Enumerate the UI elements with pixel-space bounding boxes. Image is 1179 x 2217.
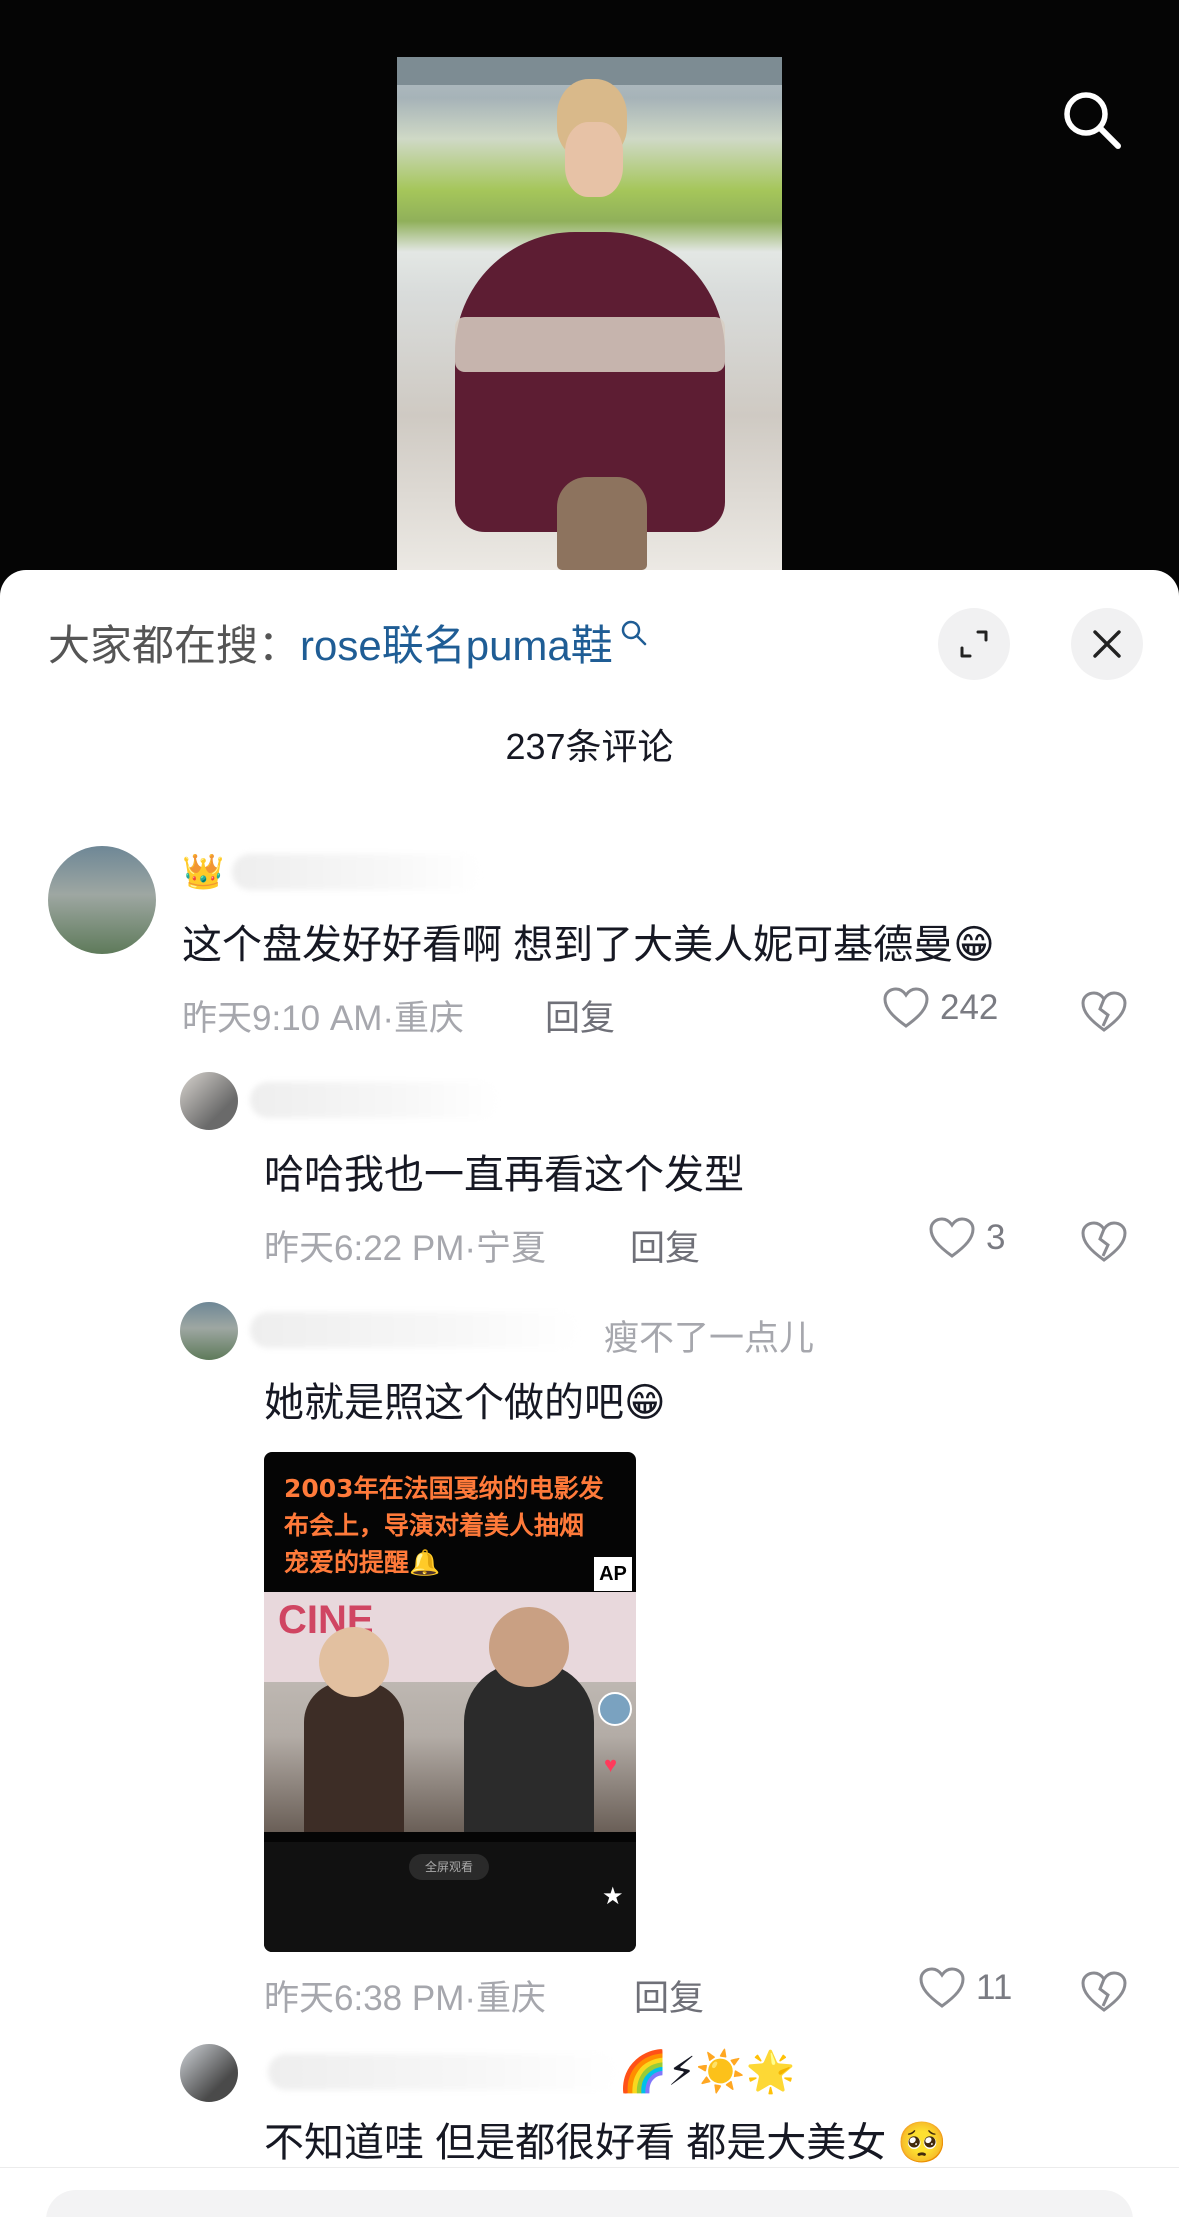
trending-query-link[interactable]: rose联名puma鞋 — [300, 612, 613, 673]
comment-meta: 昨天6:38 PM·重庆 — [264, 1979, 546, 2018]
username-blurred[interactable] — [250, 1082, 500, 1118]
comment-text: 哈哈我也一直再看这个发型 — [264, 1153, 744, 1197]
attached-video-caption: 2003年在法国戛纳的电影发布会上，导演对着美人抽烟宠爱的提醒🔔 — [284, 1474, 604, 1577]
fullscreen-pill[interactable]: 全屏观看 — [409, 1854, 489, 1880]
reply-button[interactable]: 回复 — [630, 1220, 700, 1271]
video-author-avatar — [598, 1692, 632, 1726]
comment-meta: 昨天9:10 AM·重庆 — [182, 999, 464, 1038]
dislike-icon[interactable] — [1080, 990, 1128, 1034]
attached-video-scene: CINE — [264, 1592, 636, 1832]
close-icon — [1093, 630, 1121, 658]
like-count: 11 — [976, 1968, 1013, 2007]
close-button[interactable] — [1071, 608, 1143, 680]
video-person-face — [565, 122, 623, 197]
crown-badge: 👑 — [182, 853, 225, 891]
magnifier-icon — [621, 620, 647, 646]
avatar[interactable] — [180, 1302, 238, 1360]
ap-logo: AP — [594, 1557, 632, 1591]
reply-button[interactable]: 回复 — [545, 990, 615, 1041]
like-count: 3 — [986, 1218, 1006, 1257]
username-emoji-badges: 🌈⚡☀️🌟 — [618, 2050, 796, 2094]
scene-man — [464, 1662, 594, 1832]
reply-to-username[interactable]: 瘦不了一点儿 — [604, 1310, 814, 1361]
like-count: 242 — [940, 988, 999, 1027]
dislike-icon[interactable] — [1080, 1970, 1128, 2014]
attached-video[interactable]: 2003年在法国戛纳的电影发布会上，导演对着美人抽烟宠爱的提醒🔔 AP CINE… — [264, 1452, 636, 1952]
expand-button[interactable] — [938, 608, 1010, 680]
username-blurred[interactable] — [250, 1312, 580, 1348]
video-person-stripe — [455, 317, 725, 372]
comment-sheet: 大家都在搜： rose联名puma鞋 237条评论 👑 这个盘发好好看啊 想到了… — [0, 570, 1179, 2217]
heart-icon — [929, 1217, 975, 1258]
trending-prefix: 大家都在搜： — [48, 621, 301, 669]
scene-woman-head — [319, 1627, 389, 1697]
comment-count: 237条评论 — [505, 726, 674, 767]
video-player[interactable] — [0, 0, 1179, 590]
star-icon: ★ — [602, 1883, 624, 1910]
username-blurred[interactable] — [268, 2054, 618, 2090]
comment-text: 这个盘发好好看啊 想到了大美人妮可基德曼😁 — [182, 923, 995, 967]
bottom-divider — [0, 2167, 1179, 2168]
trending-search[interactable]: 大家都在搜： rose联名puma鞋 — [48, 612, 649, 672]
avatar[interactable] — [180, 2044, 238, 2102]
avatar[interactable] — [48, 846, 156, 954]
search-icon[interactable] — [1060, 88, 1124, 152]
like-button[interactable]: 242 — [882, 986, 998, 1030]
heart-icon: ♥ — [604, 1752, 618, 1777]
expand-icon — [960, 630, 988, 658]
comment-text: 不知道哇 但是都很好看 都是大美女 🥺 — [264, 2121, 948, 2165]
username-blurred[interactable] — [232, 854, 482, 890]
dislike-icon[interactable] — [1080, 1220, 1128, 1264]
video-frame[interactable] — [397, 57, 782, 570]
scene-man-head — [489, 1607, 569, 1687]
like-button[interactable]: 11 — [918, 1966, 1012, 2010]
reply-button[interactable]: 回复 — [634, 1970, 704, 2021]
scene-woman — [304, 1682, 404, 1832]
comment-text: 她就是照这个做的吧😁 — [264, 1381, 666, 1425]
comment-meta: 昨天6:22 PM·宁夏 — [264, 1229, 546, 1268]
video-shoe — [557, 477, 647, 570]
avatar[interactable] — [180, 1072, 238, 1130]
comment-input[interactable] — [46, 2190, 1133, 2217]
like-button[interactable]: 3 — [928, 1216, 1005, 1260]
heart-icon — [883, 987, 929, 1028]
heart-icon — [919, 1967, 965, 2008]
